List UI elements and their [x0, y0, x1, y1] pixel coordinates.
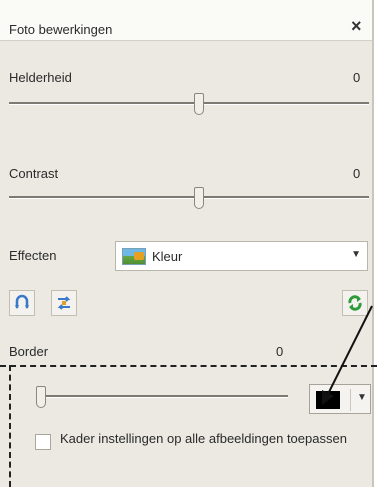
annotation-pointer	[322, 305, 373, 405]
